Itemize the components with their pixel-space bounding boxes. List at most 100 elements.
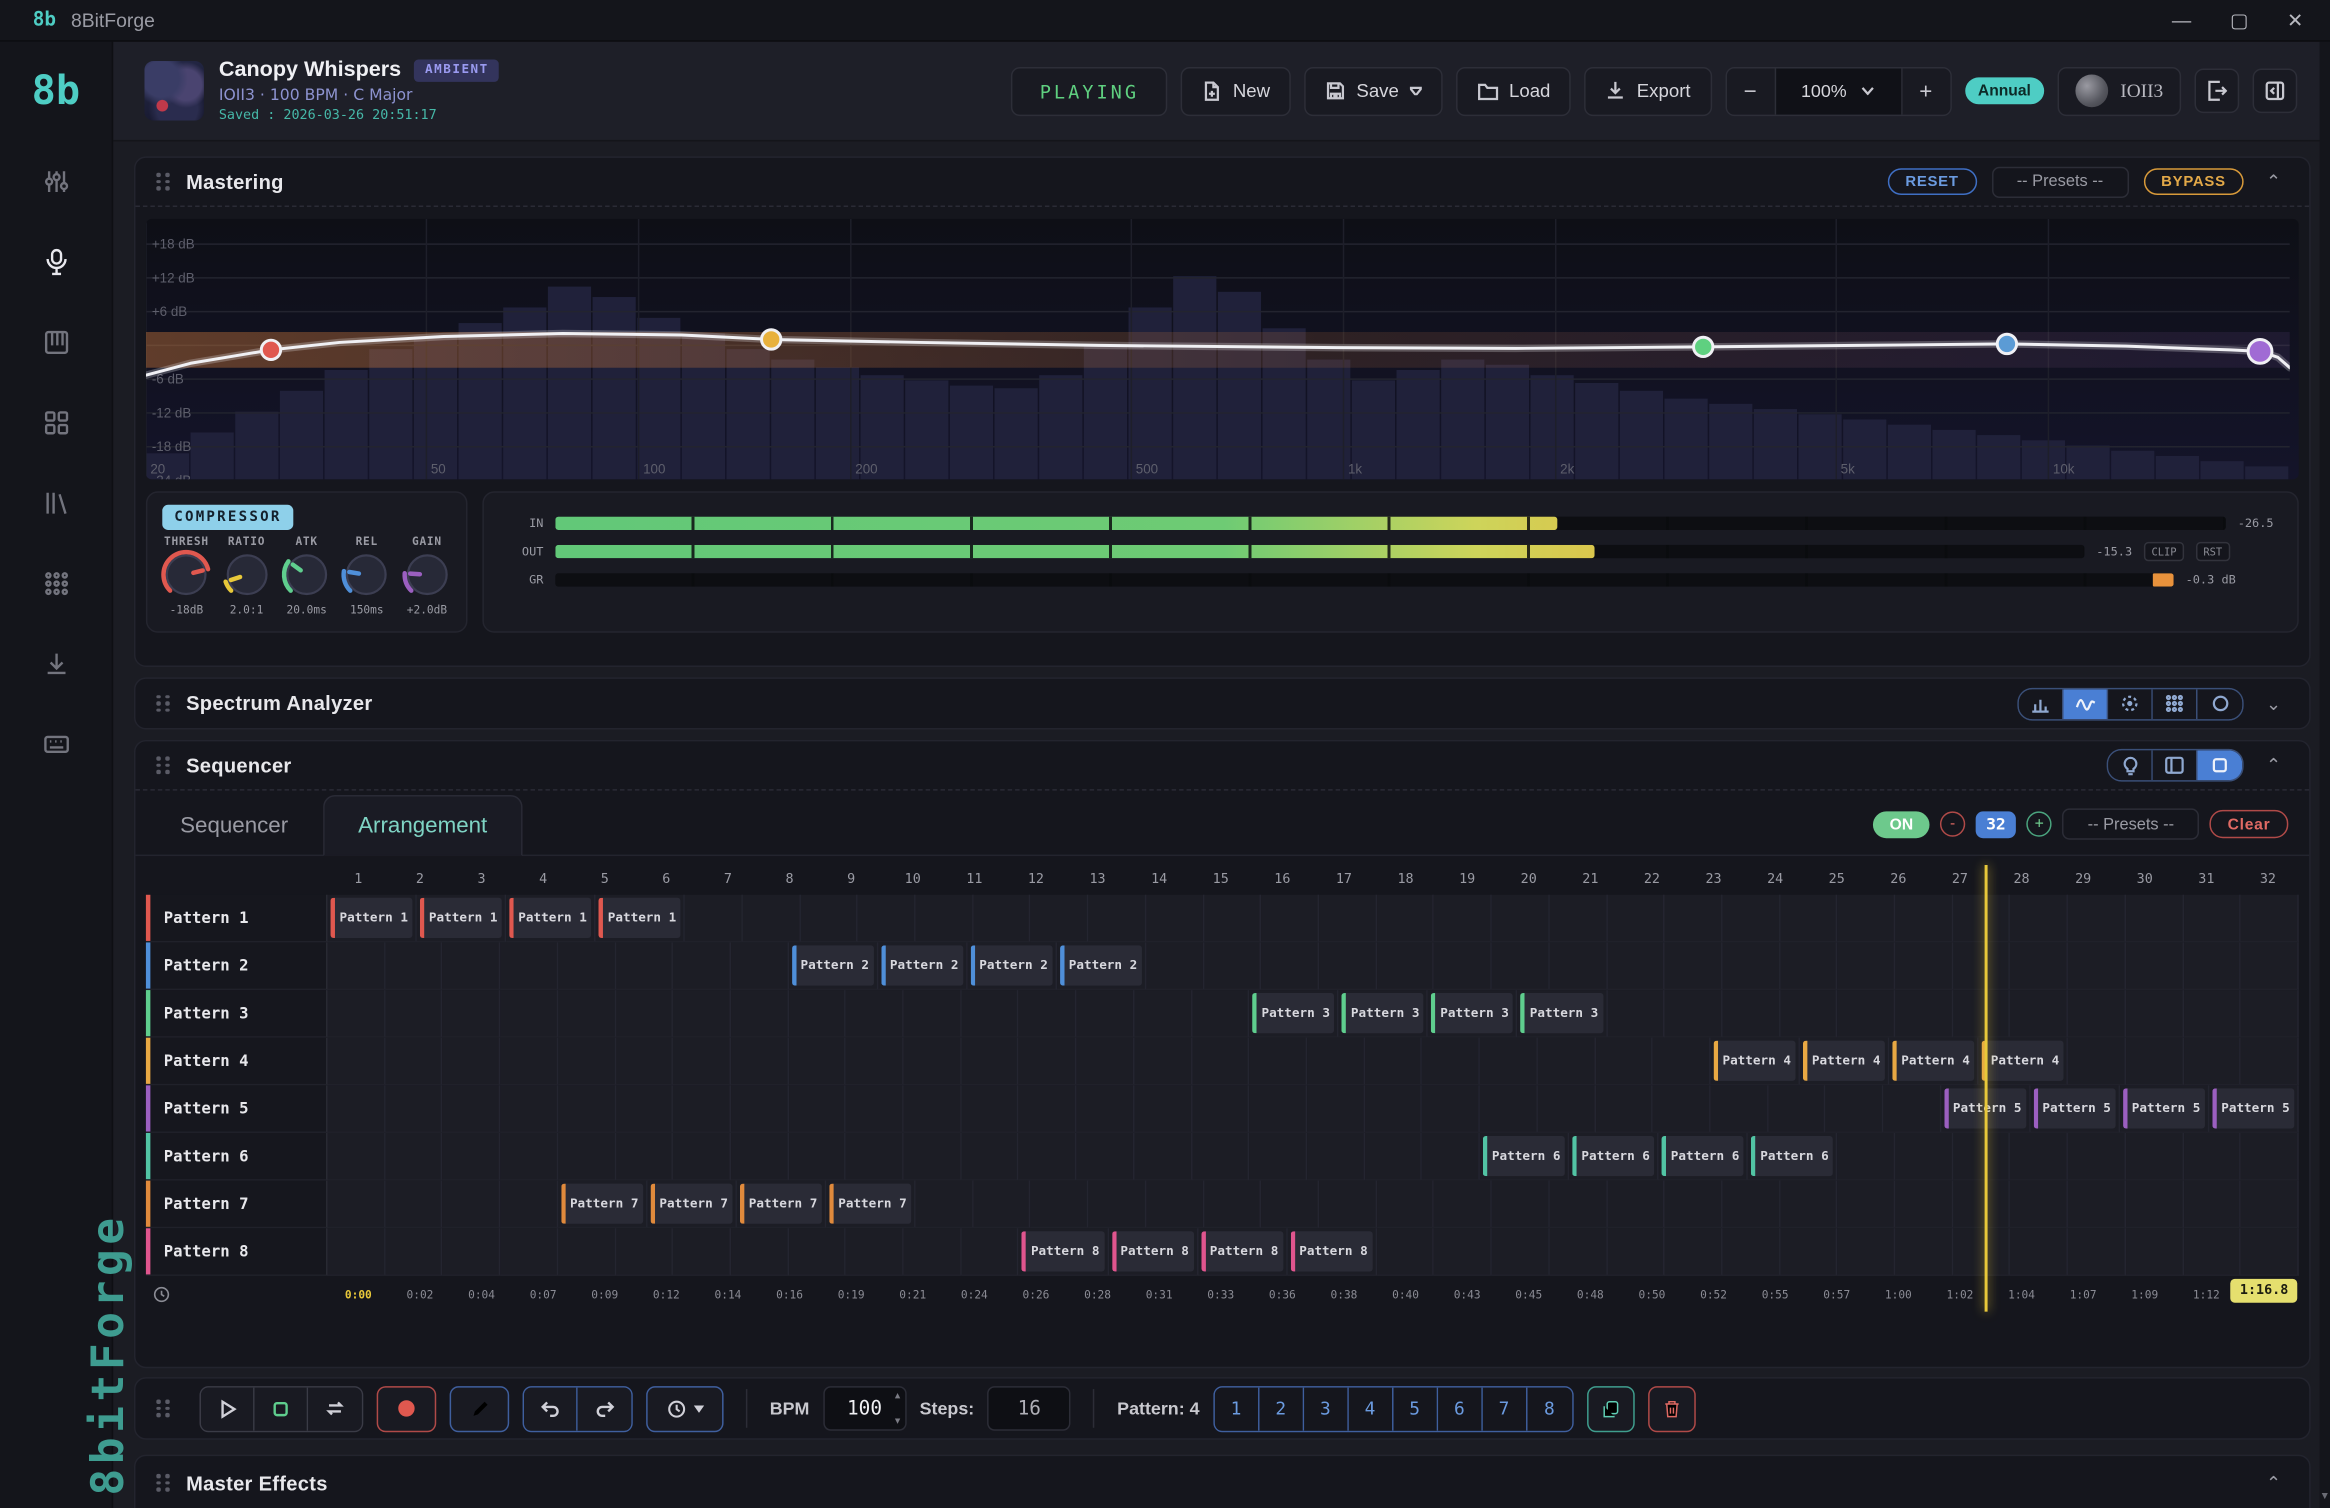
grid-cell[interactable] <box>1422 1038 1480 1086</box>
grid-cell[interactable] <box>916 895 974 943</box>
grid-cell[interactable] <box>328 1228 386 1276</box>
grid-cell[interactable] <box>2183 990 2241 1038</box>
grid-cell[interactable] <box>858 895 916 943</box>
grid-cell[interactable] <box>2241 942 2299 990</box>
grid-cell[interactable]: Pattern 2 <box>1057 942 1146 990</box>
pattern-block[interactable]: Pattern 1 <box>331 898 413 938</box>
drag-handle-icon[interactable] <box>156 757 171 774</box>
playhead[interactable] <box>1985 865 1988 1312</box>
pattern-block[interactable]: Pattern 4 <box>1714 1041 1796 1081</box>
undo-button[interactable] <box>524 1387 578 1430</box>
grid-cell[interactable] <box>328 1038 386 1086</box>
grid-cell[interactable] <box>1722 942 1780 990</box>
grid-cell[interactable]: Pattern 7 <box>647 1181 736 1229</box>
sidebar-item-pads[interactable] <box>39 406 72 439</box>
pattern-button-4[interactable]: 4 <box>1348 1387 1393 1430</box>
grid-cell[interactable] <box>1722 895 1780 943</box>
grid-cell[interactable] <box>673 1133 731 1181</box>
tab-sequencer[interactable]: Sequencer <box>146 797 323 855</box>
eq-node-2[interactable] <box>762 330 781 349</box>
track-label-3[interactable]: Pattern 3 <box>146 990 328 1038</box>
user-menu[interactable]: IOII3 <box>2058 66 2181 115</box>
grid-cell[interactable] <box>846 1228 904 1276</box>
grid-cell[interactable] <box>1134 1085 1192 1133</box>
play-button[interactable] <box>201 1387 255 1430</box>
grid-cell[interactable] <box>961 1085 1019 1133</box>
grid-cell[interactable] <box>1780 990 1838 1038</box>
grid-cell[interactable] <box>500 1228 558 1276</box>
pattern-block[interactable]: Pattern 3 <box>1253 993 1335 1033</box>
sidebar-item-keyboard[interactable] <box>39 728 72 761</box>
grid-cell[interactable] <box>2011 1133 2069 1181</box>
pattern-block[interactable]: Pattern 5 <box>2033 1088 2115 1128</box>
grid-cell[interactable] <box>743 895 801 943</box>
grid-cell[interactable] <box>1307 1038 1365 1086</box>
grid-cell[interactable] <box>2126 990 2184 1038</box>
timer-menu-button[interactable] <box>646 1385 723 1431</box>
grid-cell[interactable] <box>800 895 858 943</box>
expand-chevron-down-icon[interactable]: ⌄ <box>2259 693 2289 714</box>
duplicate-pattern-button[interactable] <box>1587 1385 1635 1431</box>
grid-cell[interactable] <box>673 942 731 990</box>
pattern-button-2[interactable]: 2 <box>1259 1387 1304 1430</box>
grid-cell[interactable] <box>1134 1038 1192 1086</box>
pattern-block[interactable]: Pattern 5 <box>2212 1088 2294 1128</box>
knob-gain[interactable]: GAIN+2.0dB <box>399 534 456 616</box>
grid-cell[interactable] <box>385 1085 443 1133</box>
grid-cell[interactable] <box>1261 942 1319 990</box>
grid-cell[interactable] <box>1250 1085 1308 1133</box>
grid-cell[interactable] <box>1838 1133 1896 1181</box>
grid-cell[interactable] <box>1307 1085 1365 1133</box>
grid-cell[interactable] <box>789 1085 847 1133</box>
grid-cell[interactable] <box>385 990 443 1038</box>
grid-cell[interactable] <box>1895 1133 1953 1181</box>
grid-cell[interactable] <box>1538 1038 1596 1086</box>
sidebar-item-piano-roll[interactable] <box>39 326 72 359</box>
grid-cell[interactable]: Pattern 2 <box>967 942 1056 990</box>
grid-cell[interactable] <box>500 942 558 990</box>
grid-cell[interactable] <box>2011 1228 2069 1276</box>
grid-cell[interactable] <box>673 990 731 1038</box>
square-view-icon[interactable] <box>2197 750 2242 780</box>
grid-cell[interactable]: Pattern 1 <box>596 895 685 943</box>
grid-cell[interactable] <box>1146 895 1204 943</box>
grid-cell[interactable] <box>731 942 789 990</box>
pattern-block[interactable]: Pattern 3 <box>1431 993 1513 1033</box>
grid-cell[interactable] <box>443 1085 501 1133</box>
grid-cell[interactable] <box>731 1038 789 1086</box>
grid-cell[interactable] <box>2241 990 2299 1038</box>
pattern-block[interactable]: Pattern 6 <box>1751 1136 1833 1176</box>
grid-cell[interactable] <box>2183 942 2241 990</box>
grid-cell[interactable] <box>2183 1038 2241 1086</box>
grid-cell[interactable]: Pattern 7 <box>737 1181 826 1229</box>
grid-cell[interactable] <box>500 1038 558 1086</box>
grid-cell[interactable] <box>328 1181 386 1229</box>
grid-cell[interactable] <box>1377 1181 1435 1229</box>
grid-cell[interactable] <box>500 990 558 1038</box>
grid-cell[interactable] <box>2183 1133 2241 1181</box>
track-label-8[interactable]: Pattern 8 <box>146 1228 328 1276</box>
grid-cell[interactable] <box>1838 942 1896 990</box>
grid-cell[interactable] <box>500 1133 558 1181</box>
grid-cell[interactable] <box>1077 1133 1135 1181</box>
grid-cell[interactable]: Pattern 8 <box>1287 1228 1376 1276</box>
grid-cell[interactable] <box>2126 1181 2184 1229</box>
knob-thresh[interactable]: THRESH-18dB <box>158 534 215 616</box>
knob-atk[interactable]: ATK20.0ms <box>278 534 335 616</box>
pattern-button-1[interactable]: 1 <box>1214 1387 1259 1430</box>
grid-cell[interactable] <box>1653 1085 1711 1133</box>
grid-cell[interactable] <box>1365 1085 1423 1133</box>
grid-cell[interactable] <box>1204 895 1262 943</box>
grid-cell[interactable] <box>731 1133 789 1181</box>
record-button[interactable] <box>377 1385 437 1431</box>
grid-cell[interactable] <box>961 1038 1019 1086</box>
grid-cell[interactable] <box>1204 1181 1262 1229</box>
clear-button[interactable]: Clear <box>2210 810 2289 838</box>
reset-button[interactable]: RESET <box>1887 168 1976 195</box>
grid-cell[interactable] <box>789 1038 847 1086</box>
sidebar-item-downloads[interactable] <box>39 648 72 681</box>
grid-cell[interactable] <box>2011 942 2069 990</box>
grid-cell[interactable]: Pattern 8 <box>1019 1228 1108 1276</box>
grid-cell[interactable] <box>385 1228 443 1276</box>
grid-cell[interactable] <box>904 1038 962 1086</box>
